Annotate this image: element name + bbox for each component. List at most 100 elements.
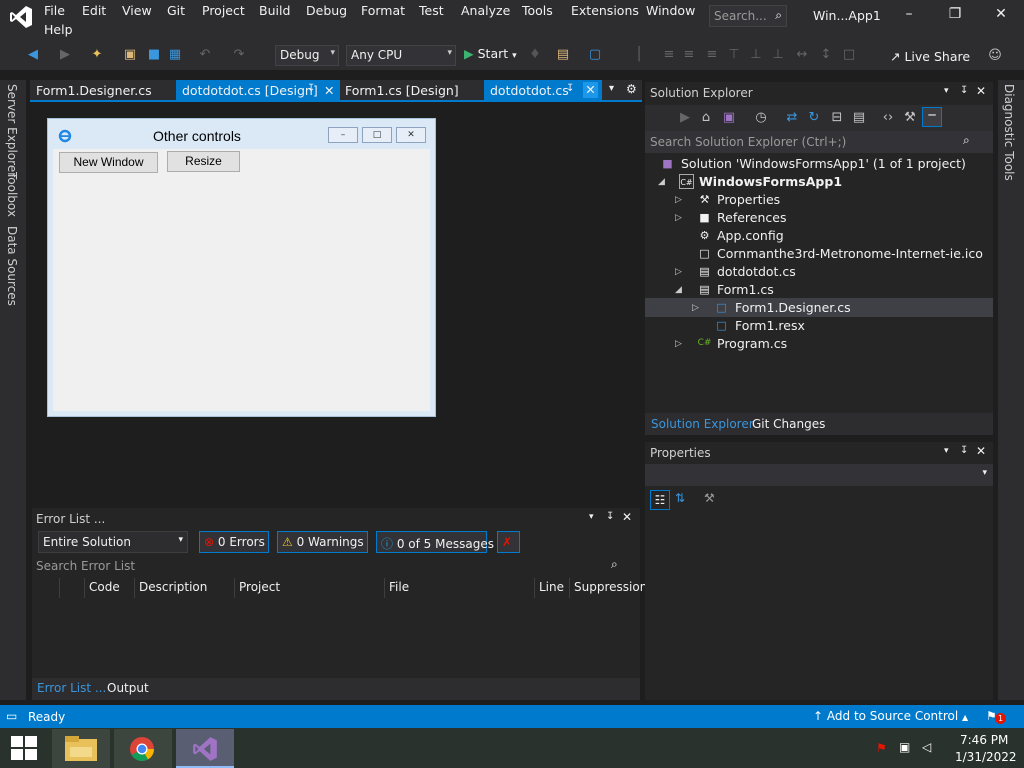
form-close-button[interactable]: ✕: [396, 127, 426, 143]
column-description[interactable]: Description: [139, 580, 207, 594]
tree-item-solution[interactable]: Solution 'WindowsFormsApp1' (1 of 1 proj…: [681, 156, 966, 171]
close-icon[interactable]: ✕: [324, 83, 334, 98]
menu-project[interactable]: Project: [202, 3, 245, 18]
gear-icon[interactable]: ⚙: [626, 82, 637, 96]
messages-filter-button[interactable]: ⓘ 0 of 5 Messages: [376, 531, 494, 553]
tree-item-dotdotdot-cs[interactable]: dotdotdot.cs: [717, 264, 796, 279]
save-all-icon[interactable]: ▦: [166, 46, 184, 64]
network-icon[interactable]: ▣: [899, 740, 910, 754]
configuration-select[interactable]: Debug ▾: [275, 45, 339, 66]
expander-open-icon[interactable]: ◢: [658, 177, 665, 187]
maximize-button[interactable]: ❐: [944, 6, 966, 28]
same-width-icon[interactable]: ↔: [793, 46, 811, 64]
errors-filter-button[interactable]: ⊗ 0 Errors: [199, 531, 269, 553]
object-selector[interactable]: ▾: [645, 464, 993, 486]
tree-item-program-cs[interactable]: Program.cs: [717, 336, 787, 351]
tree-item-form1-designer-cs[interactable]: Form1.Designer.cs: [735, 300, 851, 315]
visual-studio-logo-icon[interactable]: [8, 4, 34, 30]
menu-git[interactable]: Git: [167, 3, 185, 18]
expander-closed-icon[interactable]: ▷: [675, 267, 682, 277]
tab-dotdotdot-design[interactable]: dotdotdot.cs [Design] ↧ ✕: [176, 80, 340, 101]
expander-closed-icon[interactable]: ▷: [675, 339, 682, 349]
tab-dotdotdot-cs[interactable]: dotdotdot.cs ↧ ✕: [484, 80, 602, 101]
tree-item-form1-cs[interactable]: Form1.cs: [717, 282, 774, 297]
search-icon[interactable]: ⌕: [611, 557, 618, 572]
browser-link-icon[interactable]: ▢: [586, 46, 604, 64]
warnings-filter-button[interactable]: ⚠ 0 Warnings: [277, 531, 368, 553]
menu-tools[interactable]: Tools: [522, 3, 553, 18]
align-bottom-icon[interactable]: ⊥: [769, 46, 787, 64]
column-code[interactable]: Code: [89, 580, 120, 594]
save-icon[interactable]: ■: [145, 46, 163, 64]
toggle-comment-icon[interactable]: │: [630, 46, 648, 64]
forward-icon[interactable]: ▶: [56, 46, 74, 64]
close-icon[interactable]: ✕: [976, 84, 986, 98]
taskbar-date[interactable]: 1/31/2022: [955, 750, 1017, 764]
tab-form1-designer-cs[interactable]: Form1.Designer.cs: [30, 80, 174, 101]
open-folder-icon[interactable]: ▣: [121, 46, 139, 64]
expander-open-icon[interactable]: ◢: [675, 285, 682, 295]
align-top-icon[interactable]: ⊤: [725, 46, 743, 64]
column-file[interactable]: File: [389, 580, 409, 594]
menu-extensions[interactable]: Extensions: [571, 3, 639, 18]
alphabetical-icon[interactable]: ⇅: [675, 491, 685, 505]
chevron-down-icon[interactable]: ▾: [944, 86, 949, 96]
toolbox-tab[interactable]: Toolbox: [5, 172, 19, 217]
menu-view[interactable]: View: [122, 3, 152, 18]
form-minimize-button[interactable]: –: [328, 127, 358, 143]
error-search-input[interactable]: Search Error List: [36, 559, 135, 573]
close-icon[interactable]: ✕: [583, 82, 598, 98]
tree-item-project[interactable]: WindowsFormsApp1: [699, 174, 842, 189]
pin-icon[interactable]: ↧: [566, 83, 574, 94]
solution-search-input[interactable]: Search Solution Explorer (Ctrl+;) ⌕: [645, 131, 993, 153]
pin-icon[interactable]: ↧: [307, 83, 315, 94]
taskbar-time[interactable]: 7:46 PM: [960, 733, 1008, 747]
menu-edit[interactable]: Edit: [82, 3, 106, 18]
categorized-icon[interactable]: ☷: [650, 490, 670, 510]
preview-selected-icon[interactable]: ─: [922, 107, 942, 127]
refresh-icon[interactable]: ↻: [805, 109, 823, 127]
expander-closed-icon[interactable]: ▷: [675, 195, 682, 205]
pending-changes-icon[interactable]: ◷: [752, 109, 770, 127]
close-icon[interactable]: ✕: [622, 510, 632, 524]
tab-form1-design[interactable]: Form1.cs [Design]: [339, 80, 485, 101]
switch-views-icon[interactable]: ▣: [720, 109, 738, 127]
tab-solution-explorer[interactable]: Solution Explorer: [651, 417, 754, 431]
show-all-files-icon[interactable]: ▤: [850, 109, 868, 127]
menu-format[interactable]: Format: [361, 3, 405, 18]
same-size-icon[interactable]: □: [840, 46, 858, 64]
server-explorer-tab[interactable]: Server Explorer: [5, 84, 19, 177]
add-to-source-control-button[interactable]: ↑ Add to Source Control ▲: [813, 709, 968, 723]
column-line[interactable]: Line: [539, 580, 564, 594]
collapse-all-icon[interactable]: ⊟: [828, 109, 846, 127]
tree-item-properties[interactable]: Properties: [717, 192, 780, 207]
tree-item-form1-resx[interactable]: Form1.resx: [735, 318, 805, 333]
align-middle-icon[interactable]: ⊥: [747, 46, 765, 64]
same-height-icon[interactable]: ↕: [817, 46, 835, 64]
start-button[interactable]: ▶ Start ▾: [464, 46, 517, 61]
folder-icon[interactable]: ▤: [554, 46, 572, 64]
align-center-icon[interactable]: ≡: [680, 46, 698, 64]
menu-test[interactable]: Test: [419, 3, 444, 18]
undo-icon[interactable]: ↶: [196, 46, 214, 64]
back-icon[interactable]: ◀: [24, 46, 42, 64]
feedback-icon[interactable]: ☺: [986, 47, 1004, 65]
wrench-icon[interactable]: ⚒: [901, 109, 919, 127]
visual-studio-taskbar-button[interactable]: [176, 729, 234, 768]
live-share-button[interactable]: ↗ Live Share: [890, 49, 970, 64]
forward-icon[interactable]: ▶: [676, 109, 694, 127]
sync-icon[interactable]: ⇄: [783, 109, 801, 127]
tab-git-changes[interactable]: Git Changes: [752, 417, 825, 431]
expander-closed-icon[interactable]: ▷: [675, 213, 682, 223]
expander-closed-icon[interactable]: ▷: [692, 303, 699, 313]
data-sources-tab[interactable]: Data Sources: [5, 226, 19, 306]
volume-muted-icon[interactable]: ◁: [922, 740, 931, 754]
menu-build[interactable]: Build: [259, 3, 290, 18]
minimize-button[interactable]: –: [898, 6, 920, 28]
chevron-down-icon[interactable]: ▾: [589, 512, 594, 522]
tree-item-app-config[interactable]: App.config: [717, 228, 784, 243]
menu-file[interactable]: File: [44, 3, 65, 18]
home-icon[interactable]: ⌂: [697, 109, 715, 127]
tree-item-ico-file[interactable]: Cornmanthe3rd-Metronome-Internet-ie.ico: [717, 246, 983, 261]
platform-select[interactable]: Any CPU ▾: [346, 45, 456, 66]
